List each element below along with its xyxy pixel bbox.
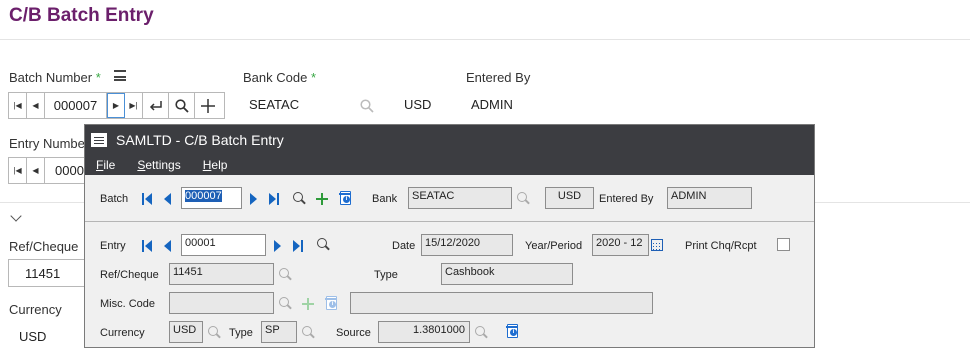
menu-settings[interactable]: Settings bbox=[137, 158, 180, 172]
entry-number-navigator: |◀ ◀ 0000 bbox=[8, 157, 88, 184]
entry-number-label: Entry Numbe bbox=[9, 136, 85, 151]
title-divider bbox=[0, 39, 970, 40]
section-divider bbox=[0, 202, 86, 203]
chevron-down-icon[interactable] bbox=[10, 210, 22, 222]
menu-bar: File Settings Help bbox=[85, 154, 814, 175]
entry-first-icon[interactable] bbox=[142, 240, 152, 252]
rate-type-search-icon[interactable] bbox=[302, 326, 316, 340]
batch-number-label: Batch Number * bbox=[9, 70, 101, 85]
currency-label: Currency bbox=[100, 327, 145, 339]
rate-type-field[interactable]: SP bbox=[261, 321, 297, 343]
misc-code-add-icon[interactable] bbox=[302, 298, 314, 310]
date-label: Date bbox=[392, 240, 416, 252]
type-label: Type bbox=[374, 269, 398, 281]
previous-record-button[interactable]: ◀ bbox=[27, 93, 45, 118]
currency-value: USD bbox=[19, 329, 47, 344]
batch-next-icon[interactable] bbox=[249, 193, 259, 205]
date-field[interactable]: 15/12/2020 bbox=[421, 234, 513, 256]
window-title-bar[interactable]: SAMLTD - C/B Batch Entry bbox=[85, 125, 814, 154]
entered-by-label: Entered By bbox=[599, 193, 654, 205]
year-period-label: Year/Period bbox=[525, 240, 583, 252]
bank-currency-field: USD bbox=[545, 187, 594, 209]
source-label: Source bbox=[336, 327, 371, 339]
bank-code-label: Bank Code * bbox=[243, 70, 317, 85]
rate-type-label: Type bbox=[229, 327, 253, 339]
entry-next-icon[interactable] bbox=[273, 240, 283, 252]
last-record-button[interactable]: ▶| bbox=[125, 93, 143, 118]
page-title: C/B Batch Entry bbox=[9, 5, 154, 26]
add-icon[interactable] bbox=[195, 93, 221, 118]
ref-cheque-label: Ref/Cheque bbox=[9, 239, 79, 254]
print-cheque-checkbox[interactable] bbox=[777, 238, 790, 251]
ref-cheque-input[interactable]: 11451 bbox=[8, 259, 88, 287]
entry-number-field[interactable]: 00001 bbox=[181, 234, 266, 256]
section-divider-right bbox=[814, 202, 970, 203]
return-icon[interactable] bbox=[143, 93, 169, 118]
bank-search-icon[interactable] bbox=[517, 192, 531, 206]
entered-by-value: ADMIN bbox=[471, 97, 513, 112]
batch-search-icon[interactable] bbox=[293, 192, 307, 206]
type-field[interactable]: Cashbook bbox=[441, 263, 573, 285]
entry-last-icon[interactable] bbox=[293, 240, 303, 252]
batch-first-icon[interactable] bbox=[142, 193, 152, 205]
bank-code-search-icon[interactable] bbox=[360, 99, 374, 118]
ref-cheque-field[interactable]: 11451 bbox=[169, 263, 274, 285]
entry-previous-button[interactable]: ◀ bbox=[27, 158, 45, 183]
misc-code-field[interactable] bbox=[169, 292, 274, 314]
misc-code-search-icon[interactable] bbox=[279, 297, 293, 311]
misc-code-description-field bbox=[350, 292, 653, 314]
entered-by-label: Entered By bbox=[466, 70, 531, 85]
source-rate-search-icon[interactable] bbox=[475, 326, 489, 340]
menu-help[interactable]: Help bbox=[203, 158, 228, 172]
entry-label: Entry bbox=[100, 240, 126, 252]
batch-label: Batch bbox=[100, 193, 129, 205]
entered-by-field: ADMIN bbox=[667, 187, 752, 209]
bank-currency-value: USD bbox=[404, 97, 432, 112]
source-rate-info-icon[interactable] bbox=[506, 324, 518, 338]
currency-label: Currency bbox=[9, 302, 62, 317]
batch-last-icon[interactable] bbox=[269, 193, 279, 205]
entry-previous-icon[interactable] bbox=[163, 240, 173, 252]
batch-info-icon[interactable] bbox=[339, 191, 351, 205]
search-icon[interactable] bbox=[169, 93, 195, 118]
bank-code-value: SEATAC bbox=[249, 97, 300, 112]
batch-number-navigator: |◀ ◀ 000007 ▶ ▶| bbox=[8, 92, 225, 119]
calendar-icon[interactable] bbox=[651, 239, 663, 251]
next-record-button[interactable]: ▶ bbox=[107, 93, 125, 118]
source-rate-field[interactable]: 1.3801000 bbox=[378, 321, 470, 343]
print-cheque-label: Print Chq/Rcpt bbox=[685, 240, 757, 252]
batch-separator bbox=[85, 221, 814, 222]
currency-field[interactable]: USD bbox=[169, 321, 203, 343]
samltd-batch-entry-window: SAMLTD - C/B Batch Entry File Settings H… bbox=[84, 124, 815, 348]
batch-previous-icon[interactable] bbox=[163, 193, 173, 205]
misc-code-info-icon[interactable] bbox=[325, 296, 337, 310]
batch-add-icon[interactable] bbox=[316, 193, 328, 205]
year-period-field[interactable]: 2020 - 12 bbox=[592, 234, 649, 256]
batch-number-field[interactable]: 000007 bbox=[181, 187, 242, 209]
window-title: SAMLTD - C/B Batch Entry bbox=[116, 131, 284, 148]
ref-cheque-label: Ref/Cheque bbox=[100, 269, 159, 281]
misc-code-label: Misc. Code bbox=[100, 298, 156, 310]
entry-number-input[interactable]: 0000 bbox=[45, 158, 87, 183]
app-icon bbox=[91, 132, 107, 147]
currency-search-icon[interactable] bbox=[208, 326, 222, 340]
entry-first-button[interactable]: |◀ bbox=[9, 158, 27, 183]
entry-search-icon[interactable] bbox=[317, 238, 331, 252]
menu-icon[interactable] bbox=[114, 70, 126, 81]
ref-cheque-search-icon[interactable] bbox=[279, 268, 293, 282]
bank-label: Bank bbox=[372, 193, 398, 205]
menu-file[interactable]: File bbox=[96, 158, 115, 172]
bank-field[interactable]: SEATAC bbox=[408, 187, 512, 209]
batch-number-input[interactable]: 000007 bbox=[45, 93, 107, 118]
first-record-button[interactable]: |◀ bbox=[9, 93, 27, 118]
